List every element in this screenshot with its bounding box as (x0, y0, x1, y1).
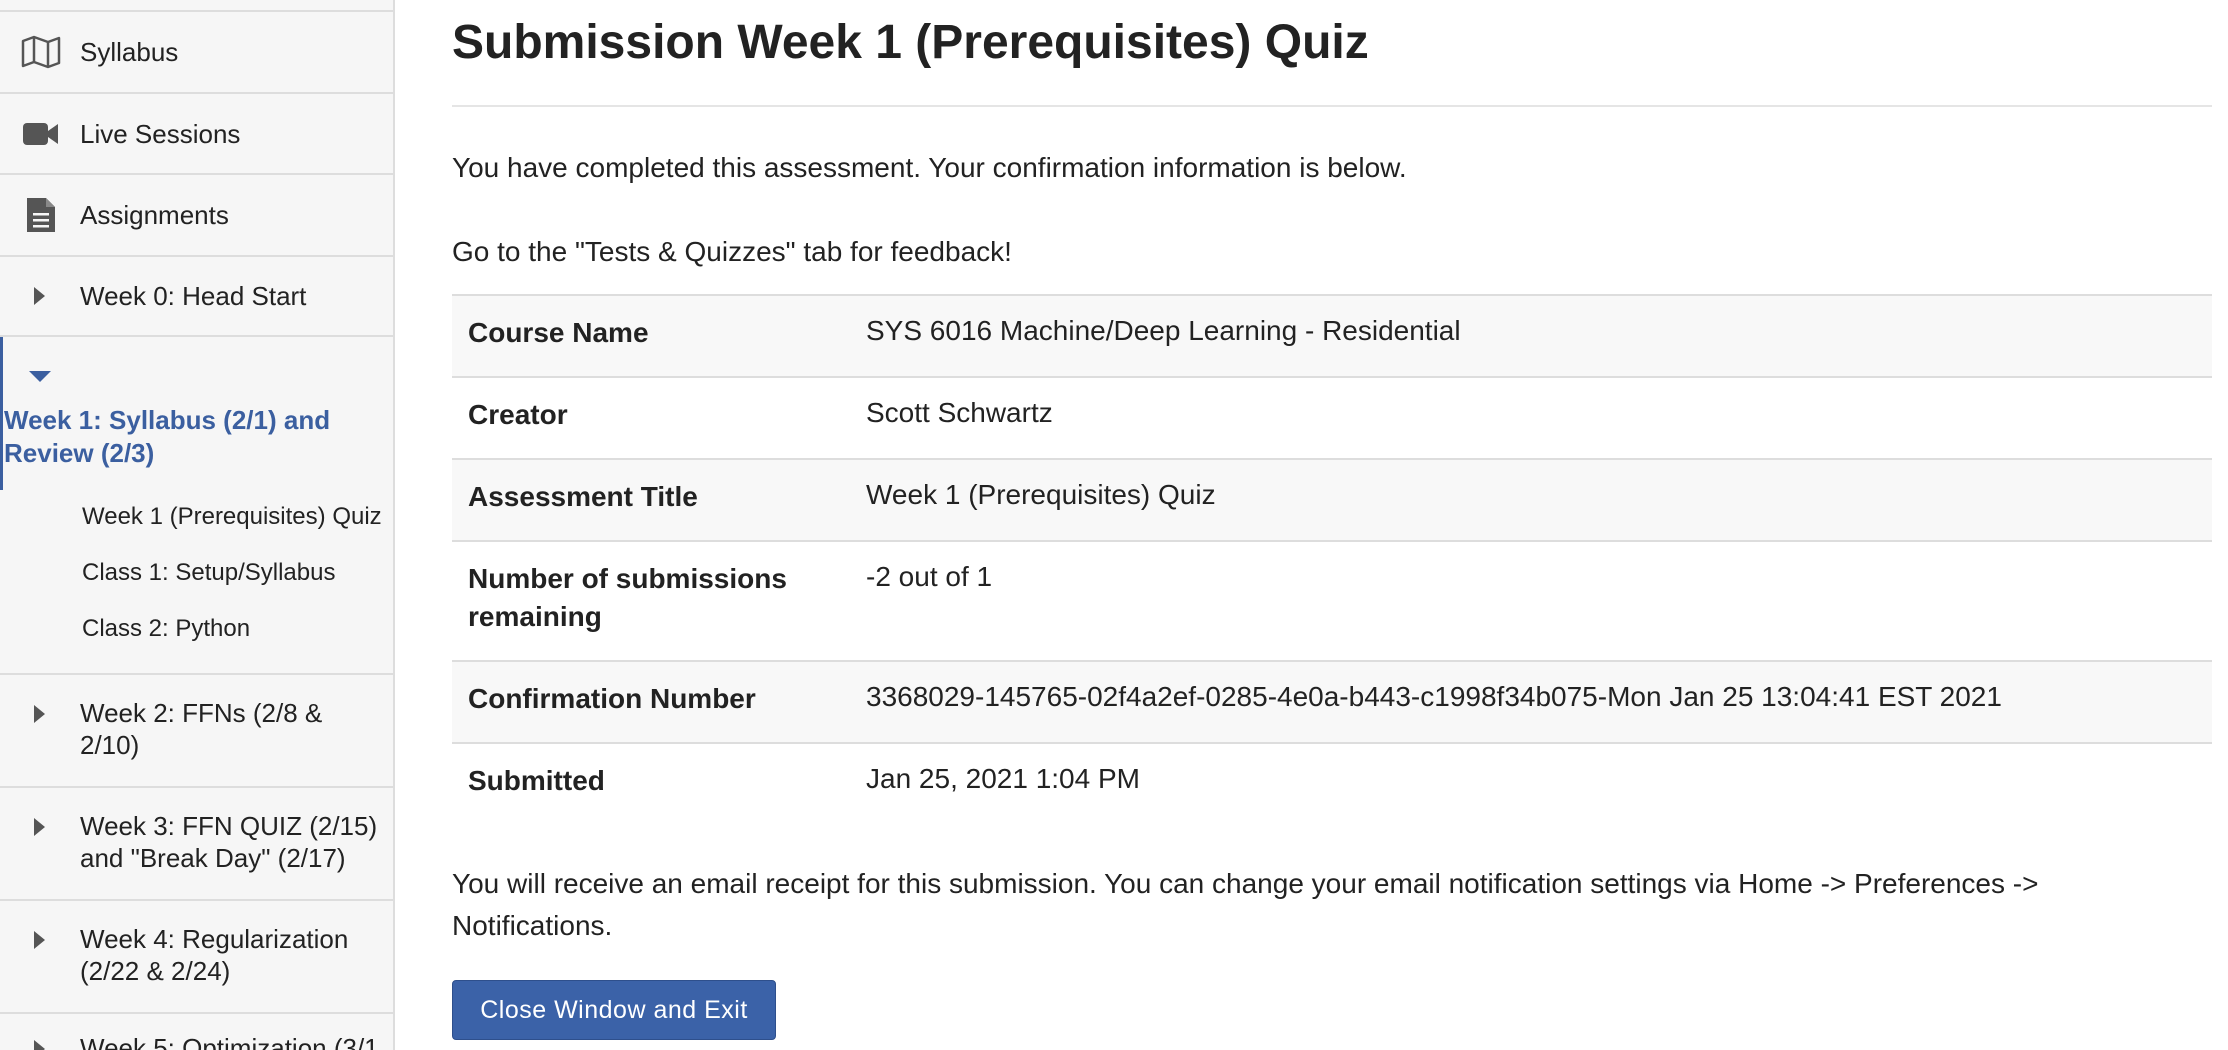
sidebar-week-2[interactable]: Week 2: FFNs (2/8 & 2/10) (0, 675, 393, 788)
chevron-right-icon (34, 287, 45, 305)
sidebar-subitem-class-2[interactable]: Class 2: Python (82, 614, 250, 644)
sidebar-week-label: Week 0: Head Start (80, 281, 307, 311)
row-value: 3368029-145765-02f4a2ef-0285-4e0a-b443-c… (866, 681, 2002, 712)
active-indicator (0, 337, 3, 490)
title-divider (452, 105, 2212, 107)
sidebar-item-label: Assignments (80, 200, 229, 230)
completion-message: You have completed this assessment. Your… (452, 152, 1407, 183)
sidebar-subitem-class-1[interactable]: Class 1: Setup/Syllabus (82, 558, 335, 588)
sidebar-week-1[interactable]: Week 1: Syllabus (2/1) and Review (2/3) (4, 404, 384, 470)
email-receipt-message: You will receive an email receipt for th… (452, 868, 2039, 941)
course-sidebar: Syllabus Live Sessions Assignments Week … (0, 0, 395, 1050)
chevron-right-icon (34, 931, 45, 949)
row-value: Scott Schwartz (866, 397, 1053, 428)
row-label: Assessment Title (468, 481, 698, 512)
chevron-down-icon[interactable] (29, 371, 51, 382)
sidebar-week-4[interactable]: Week 4: Regularization (2/22 & 2/24) (0, 901, 393, 1014)
feedback-message: Go to the "Tests & Quizzes" tab for feed… (452, 236, 1012, 267)
confirmation-table: Course Name SYS 6016 Machine/Deep Learni… (452, 294, 2212, 825)
sidebar-item-assignments[interactable]: Assignments (0, 175, 393, 257)
page-title: Submission Week 1 (Prerequisites) Quiz (452, 14, 1369, 72)
page-title-quiz-name: Week 1 (Prerequisites) Quiz (737, 16, 1369, 69)
table-row: Number of submissions remaining -2 out o… (452, 541, 2212, 661)
table-row: Confirmation Number 3368029-145765-02f4a… (452, 661, 2212, 743)
row-value: Week 1 (Prerequisites) Quiz (866, 479, 1216, 510)
chevron-right-icon (34, 818, 45, 836)
sidebar-week-label: Week 3: FFN QUIZ (2/15) and "Break Day" … (80, 811, 378, 873)
sidebar-item-label: Live Sessions (80, 118, 241, 149)
close-window-button[interactable]: Close Window and Exit (452, 980, 776, 1040)
row-label: Confirmation Number (468, 683, 756, 714)
chevron-right-icon (34, 1040, 45, 1050)
sidebar-item-syllabus[interactable]: Syllabus (0, 12, 393, 94)
sidebar-subitem-prerequisites-quiz[interactable]: Week 1 (Prerequisites) Quiz (82, 502, 382, 532)
sidebar-week-5[interactable]: Week 5: Optimization (3/1 (0, 1014, 393, 1050)
sidebar-week-0[interactable]: Week 0: Head Start (0, 257, 393, 337)
row-value: -2 out of 1 (866, 561, 993, 592)
row-label: Number of submissions remaining (468, 563, 787, 632)
document-icon (20, 194, 62, 236)
row-label: Course Name (468, 317, 649, 348)
map-icon (20, 31, 62, 73)
row-label: Submitted (468, 765, 605, 796)
row-label: Creator (468, 399, 568, 430)
row-value: Jan 25, 2021 1:04 PM (866, 763, 1140, 794)
sidebar-item-live-sessions[interactable]: Live Sessions (0, 94, 393, 175)
table-row: Submitted Jan 25, 2021 1:04 PM (452, 743, 2212, 825)
page: Syllabus Live Sessions Assignments Week … (0, 0, 2228, 1050)
page-title-prefix: Submission (452, 16, 725, 69)
table-row: Course Name SYS 6016 Machine/Deep Learni… (452, 295, 2212, 377)
sidebar-week-3[interactable]: Week 3: FFN QUIZ (2/15) and "Break Day" … (0, 788, 393, 901)
table-row: Assessment Title Week 1 (Prerequisites) … (452, 459, 2212, 541)
table-row: Creator Scott Schwartz (452, 377, 2212, 459)
sidebar-item-label: Syllabus (80, 37, 179, 67)
sidebar-week-label: Week 2: FFNs (2/8 & 2/10) (80, 698, 323, 760)
submission-main: Submission Week 1 (Prerequisites) Quiz Y… (452, 0, 2212, 1050)
sidebar-week-label: Week 5: Optimization (3/1 (80, 1033, 379, 1050)
sidebar-week-label: Week 4: Regularization (2/22 & 2/24) (80, 924, 349, 986)
video-camera-icon (20, 113, 62, 155)
chevron-right-icon (34, 705, 45, 723)
row-value: SYS 6016 Machine/Deep Learning - Residen… (866, 315, 1461, 346)
